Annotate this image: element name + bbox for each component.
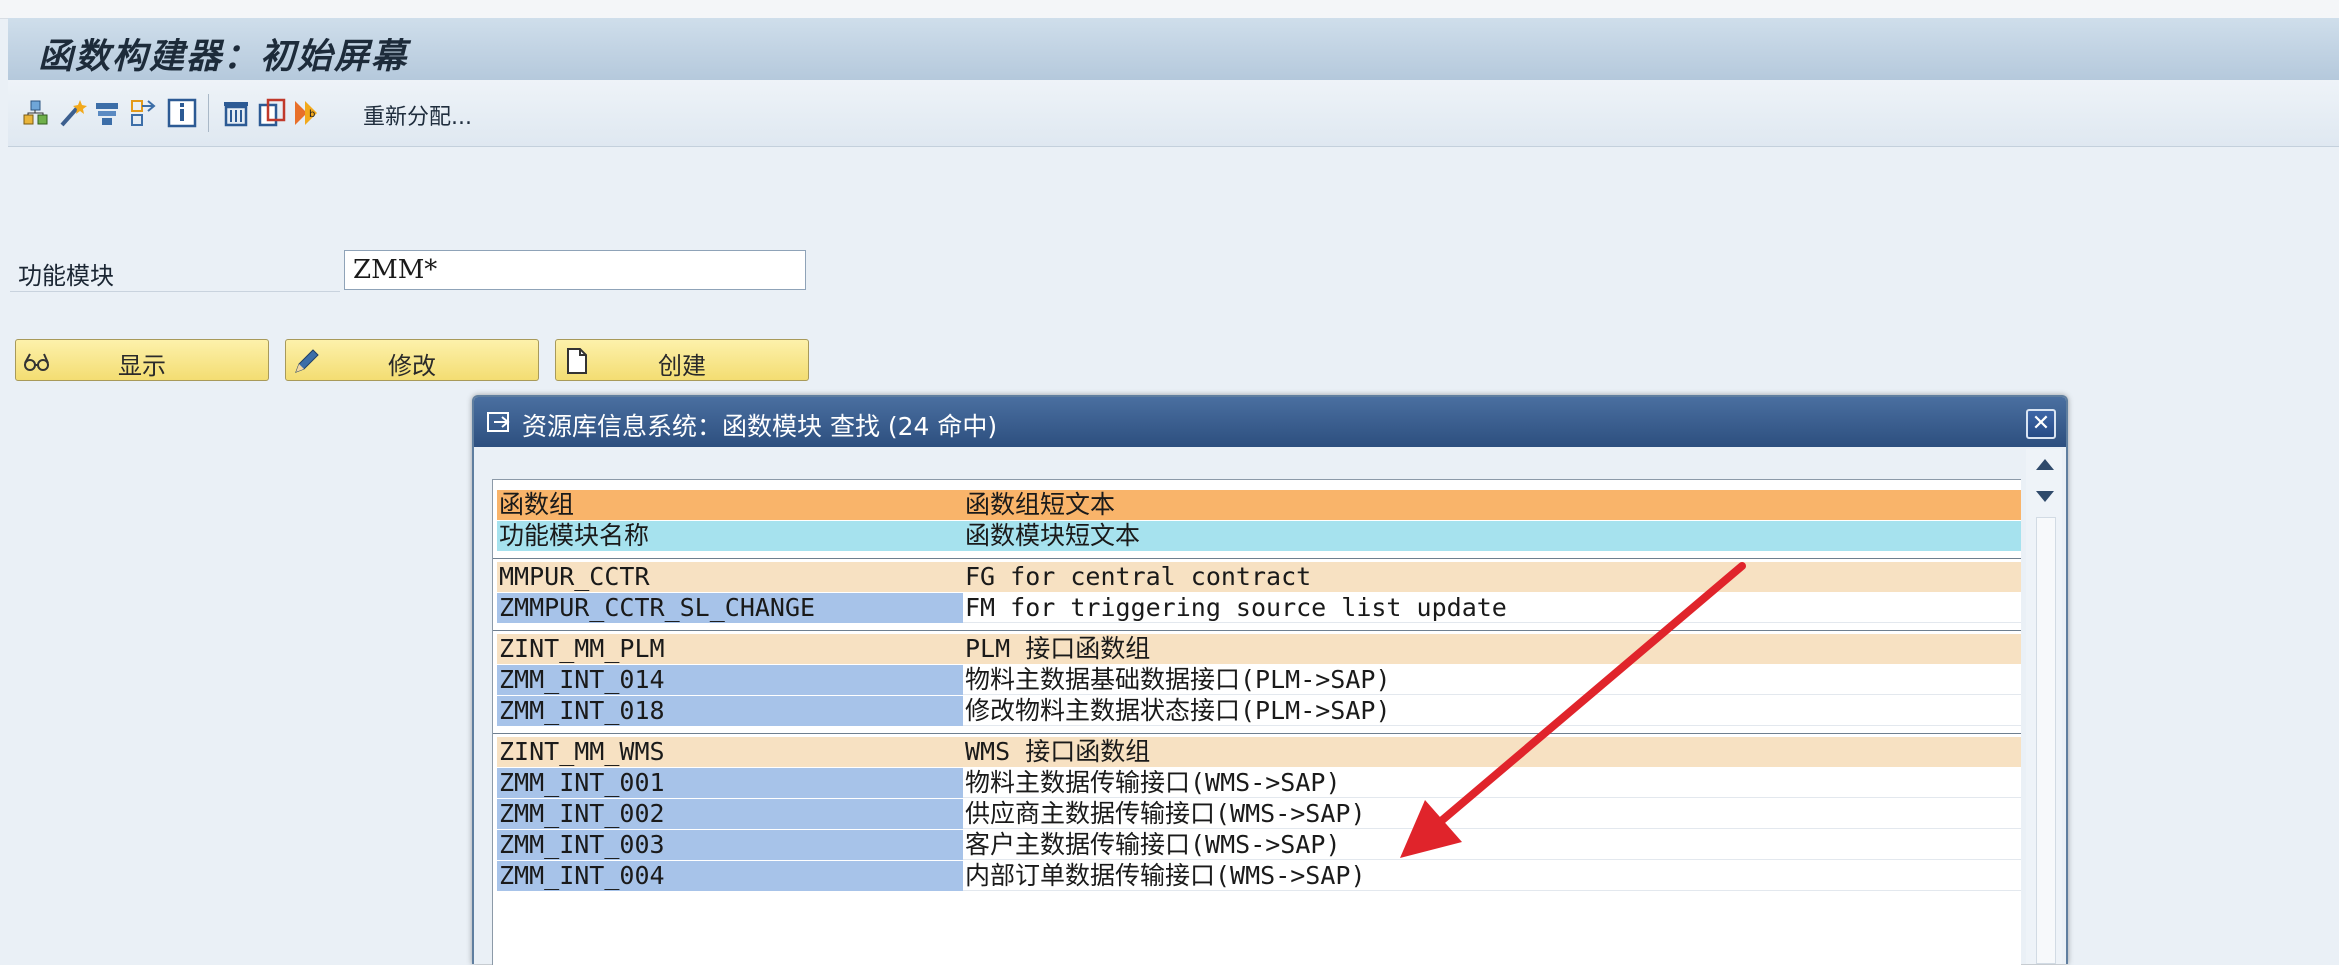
- list-header-row: 函数组 函数组短文本: [493, 490, 2021, 521]
- display-button-label: 显示: [118, 352, 166, 380]
- function-module-text: FM for triggering source list update: [963, 593, 2021, 623]
- function-module-name: ZMM_INT_002: [497, 799, 963, 829]
- function-group-text: FG for central contract: [963, 562, 2021, 592]
- top-strip: [0, 0, 2339, 19]
- function-module-text: 供应商主数据传输接口(WMS->SAP): [963, 799, 2021, 829]
- function-group-name: MMPUR_CCTR: [497, 562, 963, 592]
- application-toolbar: b 重新分配...: [8, 80, 2339, 147]
- function-group-row[interactable]: MMPUR_CCTR FG for central contract: [493, 562, 2021, 593]
- dialog-title-bar[interactable]: 资源库信息系统：函数模块 查找 (24 命中) ✕: [474, 397, 2066, 447]
- vertical-scrollbar[interactable]: [2026, 449, 2062, 964]
- header-function-module-name: 功能模块名称: [497, 521, 963, 551]
- function-module-name: ZMMPUR_CCTR_SL_CHANGE: [497, 593, 963, 623]
- svg-text:b: b: [309, 109, 315, 120]
- create-button[interactable]: 创建: [555, 339, 809, 381]
- results-list: 函数组 函数组短文本 功能模块名称 函数模块短文本 MMPUR_CCTR FG …: [492, 479, 2021, 965]
- where-used-icon[interactable]: [128, 97, 160, 129]
- header-function-group-text: 函数组短文本: [963, 490, 2021, 520]
- copy-icon[interactable]: [256, 97, 288, 129]
- toolbar-separator: [208, 94, 209, 132]
- function-module-text: 修改物料主数据状态接口(PLM->SAP): [963, 696, 2021, 726]
- function-module-name: ZMM_INT_014: [497, 665, 963, 695]
- hierarchy-icon[interactable]: [20, 97, 52, 129]
- title-bar: 函数构建器：初始屏幕: [8, 18, 2339, 81]
- function-module-name: ZMM_INT_003: [497, 830, 963, 860]
- group-separator: [493, 552, 2021, 562]
- function-module-text: 物料主数据传输接口(WMS->SAP): [963, 768, 2021, 798]
- function-module-text: 物料主数据基础数据接口(PLM->SAP): [963, 665, 2021, 695]
- list-top-gap: [493, 480, 2021, 490]
- search-results-dialog: 资源库信息系统：函数模块 查找 (24 命中) ✕ 函数组 函数组短文本 功能模…: [472, 395, 2068, 965]
- function-module-label: 功能模块: [18, 262, 114, 290]
- label-underline: [10, 291, 340, 292]
- function-module-row[interactable]: ZMM_INT_003 客户主数据传输接口(WMS->SAP): [493, 830, 2021, 861]
- function-group-row[interactable]: ZINT_MM_WMS WMS 接口函数组: [493, 737, 2021, 768]
- function-module-input[interactable]: ZMM*: [344, 250, 806, 290]
- function-module-name: ZMM_INT_004: [497, 861, 963, 891]
- page-title: 函数构建器：初始屏幕: [38, 36, 409, 77]
- function-module-row[interactable]: ZMM_INT_002 供应商主数据传输接口(WMS->SAP): [493, 799, 2021, 830]
- function-module-row[interactable]: ZMM_INT_014 物料主数据基础数据接口(PLM->SAP): [493, 665, 2021, 696]
- function-module-text: 客户主数据传输接口(WMS->SAP): [963, 830, 2021, 860]
- function-group-text: PLM 接口函数组: [963, 634, 2021, 664]
- group-separator: [493, 624, 2021, 634]
- function-module-text: 内部订单数据传输接口(WMS->SAP): [963, 861, 2021, 891]
- create-button-label: 创建: [658, 352, 706, 380]
- function-group-name: ZINT_MM_PLM: [497, 634, 963, 664]
- group-separator: [493, 727, 2021, 737]
- header-function-module-text: 函数模块短文本: [963, 521, 2021, 551]
- reassign-button[interactable]: 重新分配...: [363, 99, 472, 131]
- display-object-icon[interactable]: [92, 97, 124, 129]
- function-module-row[interactable]: ZMM_INT_001 物料主数据传输接口(WMS->SAP): [493, 768, 2021, 799]
- scroll-up-icon[interactable]: [2036, 459, 2054, 470]
- function-group-name: ZINT_MM_WMS: [497, 737, 963, 767]
- function-module-row[interactable]: ZMM_INT_018 修改物料主数据状态接口(PLM->SAP): [493, 696, 2021, 727]
- change-button[interactable]: 修改: [285, 339, 539, 381]
- function-group-text: WMS 接口函数组: [963, 737, 2021, 767]
- delete-icon[interactable]: [220, 97, 252, 129]
- display-button[interactable]: 显示: [15, 339, 269, 381]
- function-group-row[interactable]: ZINT_MM_PLM PLM 接口函数组: [493, 634, 2021, 665]
- change-button-label: 修改: [388, 352, 436, 380]
- function-module-name: ZMM_INT_001: [497, 768, 963, 798]
- dialog-window-icon: [487, 412, 510, 432]
- list-header-row: 功能模块名称 函数模块短文本: [493, 521, 2021, 552]
- scroll-track[interactable]: [2036, 517, 2056, 964]
- function-module-row[interactable]: ZMM_INT_004 内部订单数据传输接口(WMS->SAP): [493, 861, 2021, 892]
- header-function-group: 函数组: [497, 490, 963, 520]
- function-module-name: ZMM_INT_018: [497, 696, 963, 726]
- rename-icon[interactable]: b: [292, 97, 324, 129]
- magic-wand-icon[interactable]: [56, 97, 88, 129]
- scroll-down-icon[interactable]: [2036, 491, 2054, 502]
- function-module-row[interactable]: ZMMPUR_CCTR_SL_CHANGE FM for triggering …: [493, 593, 2021, 624]
- dialog-title: 资源库信息系统：函数模块 查找 (24 命中): [522, 412, 998, 441]
- info-icon[interactable]: [166, 97, 198, 129]
- close-icon[interactable]: ✕: [2026, 409, 2056, 439]
